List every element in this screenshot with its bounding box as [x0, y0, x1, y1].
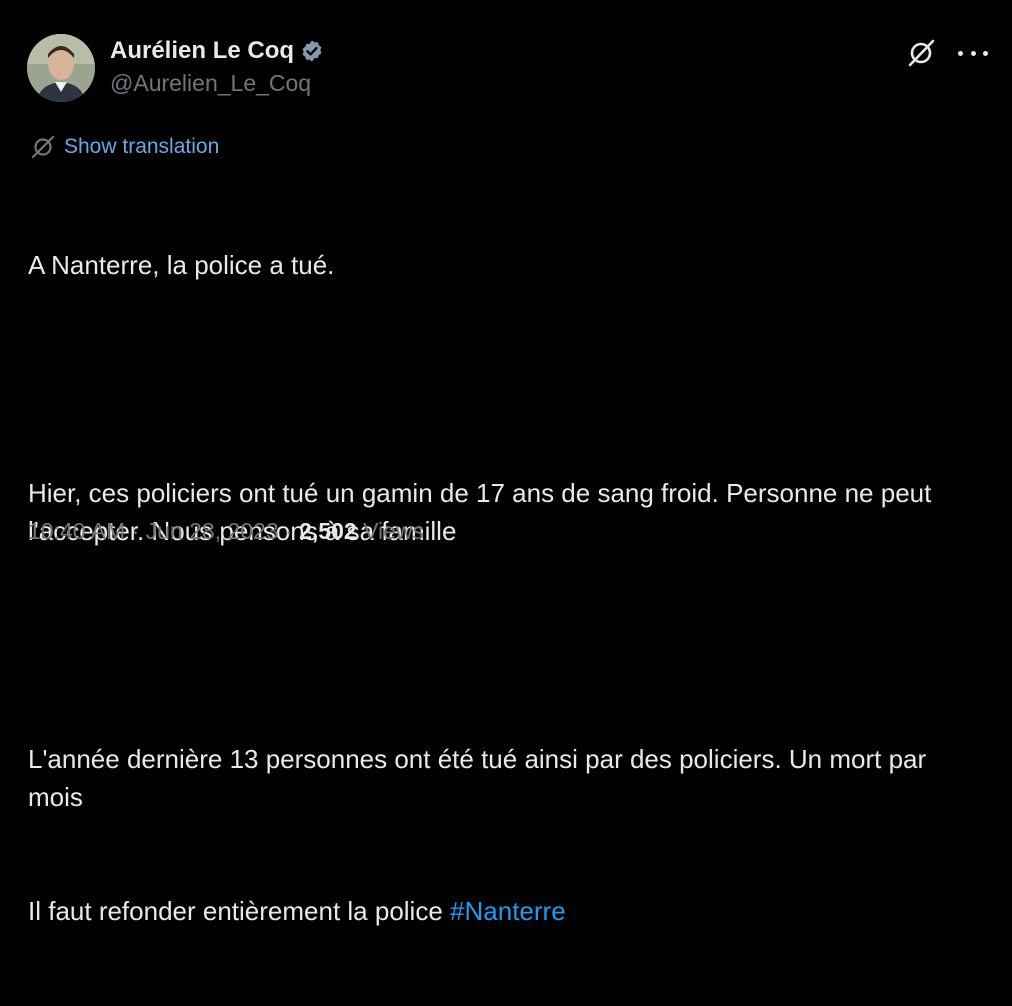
show-translation[interactable]: Show translation [30, 132, 219, 162]
tweet-line-3: L'année dernière 13 personnes ont été tu… [28, 744, 934, 812]
dot [958, 50, 963, 56]
show-translation-link[interactable]: Show translation [64, 132, 219, 162]
views-count: 2,502 [299, 518, 357, 544]
translate-icon [30, 134, 56, 160]
top-actions [906, 38, 988, 68]
separator: · [131, 518, 140, 544]
separator: · [285, 518, 293, 544]
handle[interactable]: @Aurelien_Le_Coq [110, 68, 324, 98]
tweet-text: A Nanterre, la police a tué. Hier, ces p… [28, 170, 988, 1006]
more-icon[interactable] [958, 38, 988, 68]
views-label: Views [363, 518, 424, 544]
dot [983, 50, 988, 56]
author-info: Aurélien Le Coq @Aurelien_Le_Coq [110, 36, 324, 98]
grok-icon[interactable] [906, 38, 936, 68]
tweet-time[interactable]: 10:40 AM [28, 518, 125, 544]
tweet-line-4-text: Il faut refonder entièrement la police [28, 896, 451, 926]
verified-badge-icon[interactable] [300, 39, 324, 63]
tweet-blank [28, 626, 988, 664]
display-name[interactable]: Aurélien Le Coq [110, 36, 294, 66]
dot [970, 50, 976, 56]
avatar-image [27, 34, 95, 102]
tweet-line-4: Il faut refonder entièrement la police #… [28, 892, 988, 930]
tweet-line-1: A Nanterre, la police a tué. [28, 250, 335, 280]
avatar[interactable] [27, 34, 95, 102]
tweet-meta: 10:40 AM · Jun 28, 2023 · 2,502 Views [28, 512, 424, 550]
name-row: Aurélien Le Coq [110, 36, 324, 66]
tweet-blank [28, 360, 988, 398]
hashtag-link[interactable]: #Nanterre [450, 896, 566, 926]
tweet-card: Aurélien Le Coq @Aurelien_Le_Coq Show tr… [0, 0, 1012, 926]
tweet-date[interactable]: Jun 28, 2023 [146, 518, 279, 544]
